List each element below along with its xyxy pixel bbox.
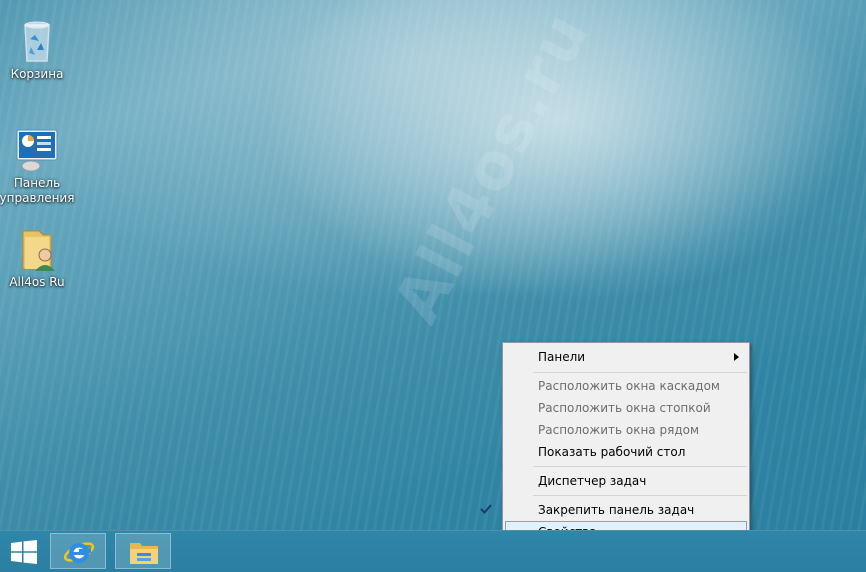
submenu-arrow-icon	[734, 353, 739, 361]
internet-explorer-icon	[63, 542, 95, 563]
taskbar-context-menu: Панели Расположить окна каскадом Располо…	[480, 342, 750, 546]
menu-item-task-manager[interactable]: Диспетчер задач	[505, 470, 747, 492]
menu-item-label: Закрепить панель задач	[538, 503, 695, 517]
checkmark-icon	[480, 504, 492, 514]
user-folder-icon	[13, 225, 61, 273]
control-panel-icon	[13, 126, 61, 174]
menu-separator	[533, 466, 747, 467]
menu-separator	[533, 495, 747, 496]
watermark: All4os.ru	[380, 0, 605, 335]
desktop-icon-label: Панель управления	[0, 176, 75, 205]
desktop-icon-label: All4os Ru	[9, 275, 65, 289]
recycle-bin-icon	[13, 17, 61, 65]
desktop-icon-control-panel[interactable]: Панель управления	[0, 126, 77, 206]
taskbar-button-internet-explorer[interactable]	[50, 533, 106, 569]
menu-item-label: Диспетчер задач	[538, 474, 647, 488]
file-explorer-icon	[130, 543, 158, 564]
menu-item-toolbars[interactable]: Панели	[505, 346, 747, 368]
taskbar-button-file-explorer[interactable]	[115, 533, 171, 569]
windows-logo-icon	[11, 540, 37, 564]
menu-item-label: Расположить окна каскадом	[538, 379, 720, 393]
start-button[interactable]	[10, 540, 38, 564]
desktop-icon-label: Корзина	[10, 67, 64, 81]
menu-item-label: Расположить окна рядом	[538, 423, 700, 437]
menu-item-side-by-side-windows[interactable]: Расположить окна рядом	[505, 419, 747, 441]
menu-item-label: Панели	[538, 350, 586, 364]
menu-item-lock-taskbar[interactable]: Закрепить панель задач	[480, 499, 747, 521]
taskbar[interactable]	[0, 530, 866, 572]
menu-item-stack-windows[interactable]: Расположить окна стопкой	[505, 397, 747, 419]
desktop-icon-recycle-bin[interactable]: Корзина	[0, 17, 77, 82]
menu-item-show-desktop[interactable]: Показать рабочий стол	[505, 441, 747, 463]
menu-item-label: Расположить окна стопкой	[538, 401, 711, 415]
menu-item-cascade-windows[interactable]: Расположить окна каскадом	[505, 375, 747, 397]
menu-separator	[533, 372, 747, 373]
menu-item-label: Показать рабочий стол	[538, 445, 686, 459]
desktop-icon-user-folder[interactable]: All4os Ru	[0, 225, 77, 290]
